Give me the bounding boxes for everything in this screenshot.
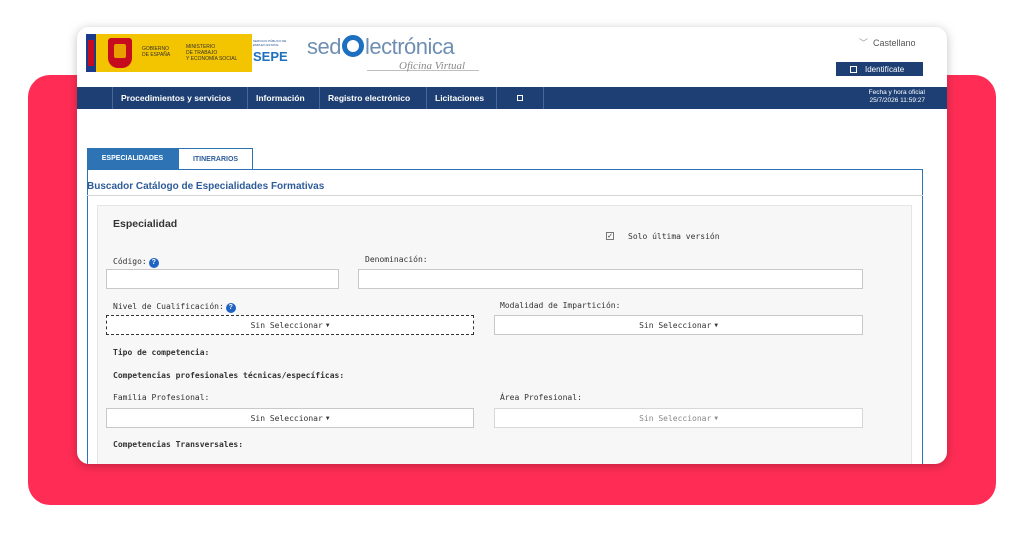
nivel-select[interactable]: Sin Seleccionar ▼ — [106, 315, 474, 335]
ministerio-text: MINISTERIO DE TRABAJO Y ECONOMÍA SOCIAL — [186, 44, 238, 62]
sepe-subtitle: SERVICIO PÚBLICO DE EMPLEO ESTATAL — [253, 39, 287, 47]
tab-itinerarios[interactable]: ITINERARIOS — [178, 148, 253, 169]
familia-select[interactable]: Sin Seleccionar ▼ — [106, 408, 474, 428]
nav-registro-label: Registro electrónico — [328, 93, 411, 103]
nav-registro[interactable]: Registro electrónico — [319, 87, 418, 109]
date-label: Fecha y hora oficial — [868, 89, 925, 96]
spain-flag-icon — [86, 34, 96, 72]
solo-ultima-label: Solo última versión — [628, 232, 720, 241]
login-icon — [850, 65, 857, 73]
identificate-label: Identifícate — [865, 64, 905, 74]
competencias-transversales-label: Competencias Transversales: — [113, 440, 244, 449]
familia-select-value: Sin Seleccionar — [250, 413, 323, 423]
tab-especialidades[interactable]: ESPECIALIDADES — [87, 148, 178, 169]
sede-prefix: sed — [307, 34, 341, 59]
nivel-label-wrap: Nivel de Cualificación:? — [113, 302, 236, 313]
language-selector[interactable]: ﹀ Castellano — [859, 36, 916, 49]
caret-down-icon: ▼ — [714, 414, 718, 422]
area-label: Área Profesional: — [500, 393, 582, 402]
sepe-logo[interactable]: SERVICIO PÚBLICO DE EMPLEO ESTATAL SEPE — [253, 35, 293, 71]
nav-informacion-label: Información — [256, 93, 305, 103]
nav-procedimientos-label: Procedimientos y servicios — [121, 93, 232, 103]
identificate-button[interactable]: Identifícate — [836, 62, 923, 76]
e-logo-icon — [341, 35, 364, 57]
area-select: Sin Seleccionar ▼ — [494, 408, 863, 428]
help-icon[interactable]: ? — [148, 258, 159, 268]
help-icon[interactable]: ? — [225, 303, 236, 313]
panel-title: Buscador Catálogo de Especialidades Form… — [87, 181, 325, 192]
nav-extra[interactable] — [496, 87, 544, 109]
codigo-label-wrap: Código:? — [113, 257, 159, 268]
caret-down-icon: ▼ — [325, 414, 330, 422]
sede-logo[interactable]: sed lectrónica — [307, 34, 455, 60]
denominacion-input[interactable] — [358, 269, 863, 289]
browser-window: GOBIERNO DE ESPAÑA MINISTERIO DE TRABAJO… — [77, 27, 947, 464]
solo-ultima-checkbox[interactable]: ✓ — [606, 232, 614, 240]
nav-informacion[interactable]: Información — [247, 87, 313, 109]
sede-suffix: lectrónica — [364, 34, 455, 59]
codigo-label: Código: — [113, 257, 147, 266]
nav-procedimientos[interactable]: Procedimientos y servicios — [112, 87, 239, 109]
language-label: Castellano — [873, 38, 916, 48]
square-icon — [517, 95, 523, 101]
coat-of-arms-icon — [108, 38, 132, 68]
chevron-down-icon: ﹀ — [859, 38, 869, 48]
oficina-virtual: Oficina Virtual — [399, 60, 466, 72]
main-nav: Procedimientos y servicios Información R… — [77, 87, 947, 109]
gobierno-text: GOBIERNO DE ESPAÑA — [142, 46, 171, 58]
gobierno-logo[interactable]: GOBIERNO DE ESPAÑA MINISTERIO DE TRABAJO… — [86, 34, 252, 72]
nivel-label: Nivel de Cualificación: — [113, 302, 224, 311]
nav-licitaciones[interactable]: Licitaciones — [426, 87, 492, 109]
modalidad-select[interactable]: Sin Seleccionar ▼ — [494, 315, 863, 335]
modalidad-label: Modalidad de Impartición: — [500, 301, 621, 310]
modalidad-select-value: Sin Seleccionar — [639, 320, 712, 330]
area-select-value: Sin Seleccionar — [639, 413, 712, 423]
familia-label: Familia Profesional: — [113, 393, 210, 402]
divider — [87, 195, 923, 196]
denominacion-label: Denominación: — [365, 255, 428, 264]
tipo-competencia-label: Tipo de competencia: — [113, 348, 210, 357]
sepe-title: SEPE — [253, 49, 288, 64]
section-title: Especialidad — [113, 218, 178, 230]
nivel-select-value: Sin Seleccionar — [250, 320, 323, 330]
official-date: Fecha y hora oficial 25/7/2026 11:59:27 — [869, 89, 925, 105]
caret-down-icon: ▼ — [325, 321, 330, 329]
codigo-input[interactable] — [106, 269, 339, 289]
site-header: GOBIERNO DE ESPAÑA MINISTERIO DE TRABAJO… — [77, 27, 947, 85]
caret-down-icon: ▼ — [714, 321, 718, 329]
date-value: 25/7/2026 11:59:27 — [869, 97, 925, 104]
competencias-profesionales-label: Competencias profesionales técnicas/espe… — [113, 371, 345, 380]
nav-licitaciones-label: Licitaciones — [435, 93, 485, 103]
